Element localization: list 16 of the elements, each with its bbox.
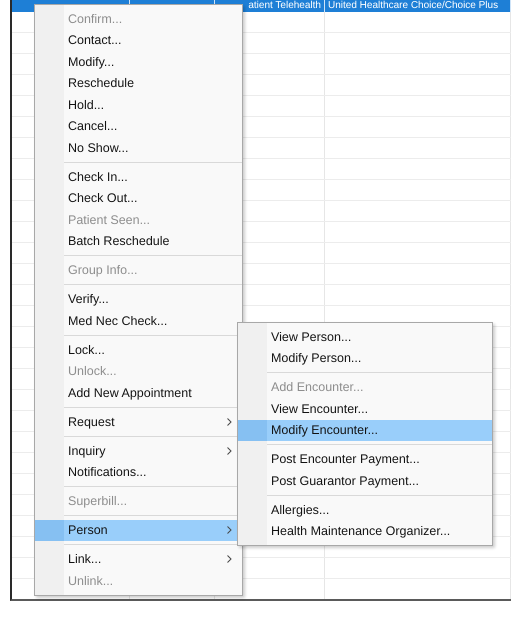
menu-item[interactable]: Batch Reschedule bbox=[35, 230, 242, 252]
menu-item[interactable]: Link... bbox=[35, 548, 242, 570]
menu-item[interactable]: Modify Person... bbox=[238, 348, 492, 369]
table-cell: United Healthcare Choice/Choice Plus bbox=[325, 0, 511, 12]
menu-item[interactable]: Allergies... bbox=[238, 499, 492, 520]
menu-item[interactable]: Modify Encounter... bbox=[238, 420, 492, 441]
menu-item[interactable]: Verify... bbox=[35, 288, 242, 310]
menu-item[interactable]: Reschedule bbox=[35, 72, 242, 94]
menu-item[interactable]: Check In... bbox=[35, 166, 242, 188]
menu-item[interactable]: Hold... bbox=[35, 94, 242, 116]
menu-item[interactable]: Post Guarantor Payment... bbox=[238, 470, 492, 492]
menu-item[interactable]: No Show... bbox=[35, 137, 242, 158]
menu-item[interactable]: Contact... bbox=[35, 30, 242, 51]
menu-item[interactable]: Check Out... bbox=[35, 188, 242, 209]
menu-item[interactable]: Modify... bbox=[35, 51, 242, 72]
menu-item[interactable]: Cancel... bbox=[35, 116, 242, 137]
